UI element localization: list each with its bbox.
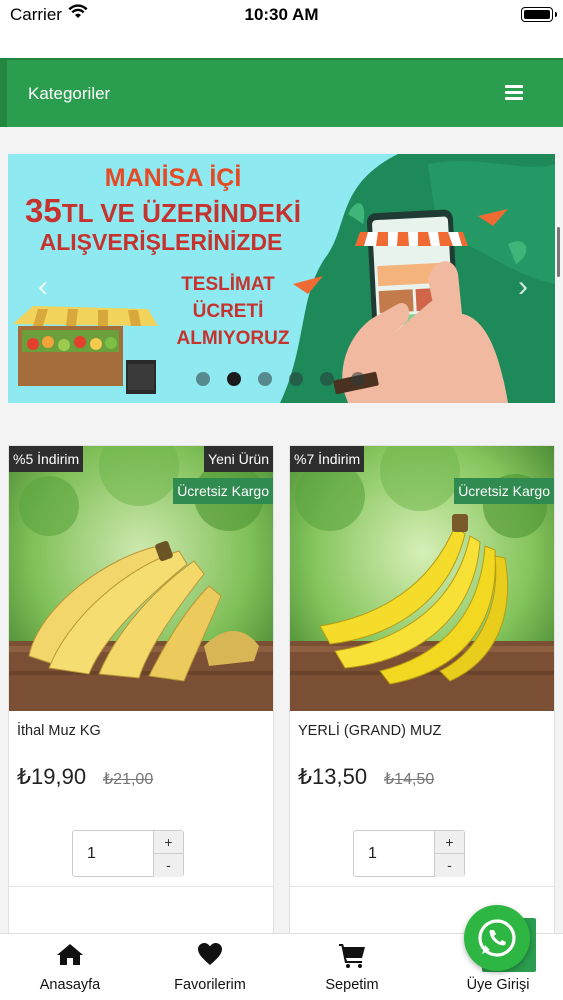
banner-line6: ALMIYORUZ bbox=[176, 328, 290, 349]
carousel-next-arrow-icon[interactable]: › bbox=[518, 272, 538, 302]
product-old-price: ₺14,50 bbox=[384, 771, 435, 788]
scrollbar[interactable] bbox=[557, 227, 560, 277]
tab-label: Anasayfa bbox=[39, 977, 101, 993]
status-bar: Carrier 10:30 AM bbox=[0, 0, 563, 58]
decrease-quantity-button[interactable]: - bbox=[434, 854, 464, 877]
tab-cart[interactable]: Sepetim bbox=[292, 934, 412, 1000]
banner-line4: TESLİMAT bbox=[181, 274, 275, 295]
product-price: ₺13,50 bbox=[298, 764, 368, 789]
increase-quantity-button[interactable]: + bbox=[434, 831, 464, 854]
increase-quantity-button[interactable]: + bbox=[153, 831, 183, 854]
free-shipping-badge: Ücretsiz Kargo bbox=[454, 478, 554, 504]
carousel-dot[interactable] bbox=[351, 372, 365, 386]
promo-carousel[interactable]: MANİSA İÇİ 35TL VE ÜZERİNDEKİ ALIŞVERİŞL… bbox=[8, 154, 555, 403]
carousel-dot[interactable] bbox=[196, 372, 210, 386]
carousel-dot[interactable] bbox=[289, 372, 303, 386]
quantity-stepper[interactable]: 1 + - bbox=[72, 830, 184, 877]
product-old-price: ₺21,00 bbox=[103, 771, 154, 788]
product-name[interactable]: YERLİ (GRAND) MUZ bbox=[298, 723, 441, 739]
product-name[interactable]: İthal Muz KG bbox=[17, 723, 101, 739]
tab-label: Sepetim bbox=[325, 977, 379, 993]
whatsapp-icon bbox=[478, 919, 516, 957]
banner-line2: 35TL VE ÜZERİNDEKİ bbox=[12, 192, 314, 230]
top-nav-bar: Kategoriler bbox=[0, 58, 563, 127]
quantity-stepper[interactable]: 1 + - bbox=[353, 830, 465, 877]
tab-favorites[interactable]: Favorilerim bbox=[150, 934, 270, 1000]
decrease-quantity-button[interactable]: - bbox=[153, 854, 183, 877]
card-divider bbox=[9, 886, 273, 887]
banner-line5: ÜCRETİ bbox=[192, 301, 264, 322]
carousel-dot-active[interactable] bbox=[227, 372, 241, 386]
tab-home[interactable]: Anasayfa bbox=[10, 934, 130, 1000]
card-divider bbox=[290, 886, 554, 887]
banner-amount: 35 bbox=[24, 192, 62, 229]
carousel-dot[interactable] bbox=[320, 372, 334, 386]
product-price: ₺19,90 bbox=[17, 764, 87, 789]
clock: 10:30 AM bbox=[244, 5, 319, 24]
battery-icon bbox=[521, 7, 557, 22]
home-icon bbox=[57, 944, 83, 965]
cart-icon bbox=[339, 944, 365, 968]
page-title[interactable]: Kategoriler bbox=[28, 84, 110, 104]
product-card[interactable]: %7 İndirim Ücretsiz Kargo YERLİ (GRAND) … bbox=[289, 445, 555, 933]
carousel-indicators bbox=[196, 372, 365, 386]
carousel-dot[interactable] bbox=[258, 372, 272, 386]
main-content: MANİSA İÇİ 35TL VE ÜZERİNDEKİ ALIŞVERİŞL… bbox=[0, 127, 563, 933]
discount-badge: %7 İndirim bbox=[290, 446, 365, 472]
discount-badge: %5 İndirim bbox=[9, 446, 84, 472]
tab-label: Favorilerim bbox=[174, 977, 246, 993]
heart-icon bbox=[198, 943, 222, 965]
whatsapp-chat-button[interactable] bbox=[464, 905, 530, 971]
quantity-input[interactable]: 1 bbox=[368, 845, 377, 863]
hamburger-menu-icon[interactable] bbox=[505, 85, 523, 100]
product-card[interactable]: %5 İndirim Yeni Ürün Ücretsiz Kargo İtha… bbox=[8, 445, 274, 933]
banner-line2-text: TL VE ÜZERİNDEKİ bbox=[61, 198, 302, 228]
new-product-badge: Yeni Ürün bbox=[204, 446, 273, 472]
banner-line1: MANİSA İÇİ bbox=[104, 164, 242, 192]
banner-line3: ALIŞVERİŞLERİNİZDE bbox=[39, 229, 283, 255]
carousel-prev-arrow-icon[interactable]: ‹ bbox=[38, 272, 58, 302]
quantity-input[interactable]: 1 bbox=[87, 845, 96, 863]
tab-label: Üye Girişi bbox=[466, 977, 530, 993]
free-shipping-badge: Ücretsiz Kargo bbox=[173, 478, 273, 504]
